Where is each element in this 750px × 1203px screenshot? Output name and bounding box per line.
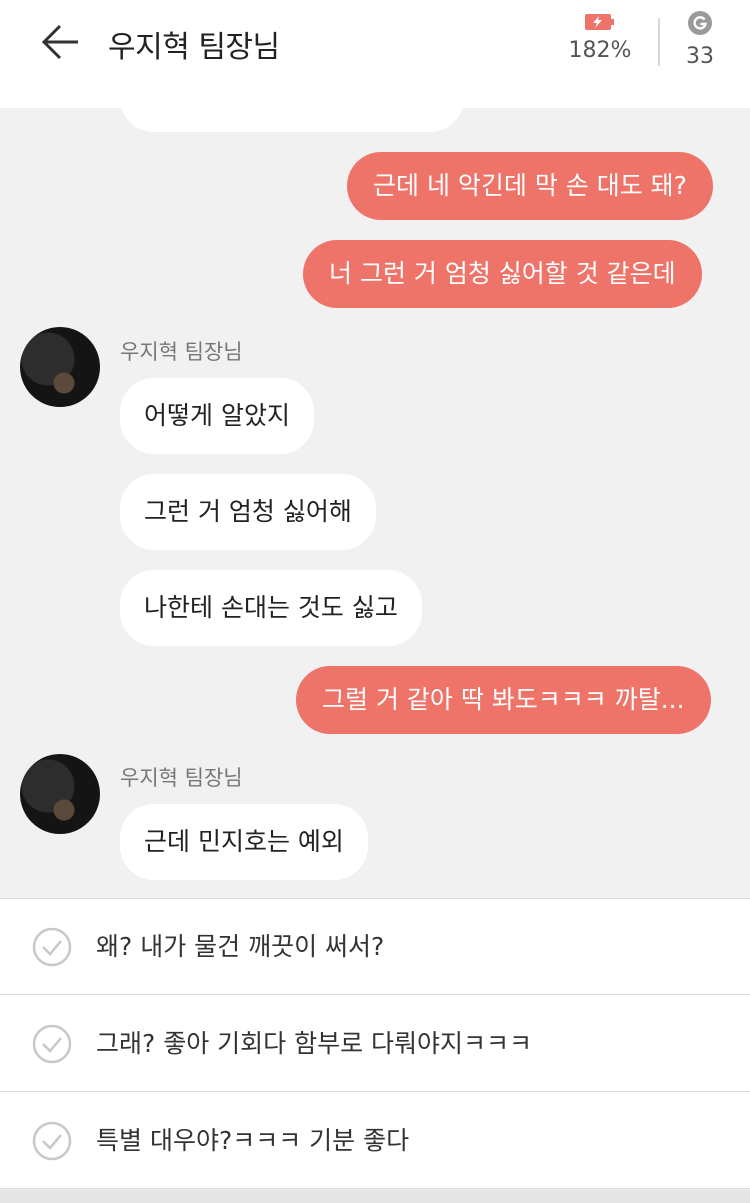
reply-option-text: 특별 대우야?ㅋㅋㅋ 기분 좋다 (96, 1126, 410, 1155)
check-circle-icon (32, 927, 72, 967)
back-button[interactable] (38, 22, 82, 62)
arrow-left-icon (41, 24, 78, 60)
avatar[interactable] (20, 327, 100, 407)
header-divider (658, 18, 660, 66)
battery-status: 182% (560, 12, 640, 63)
reply-option[interactable]: 왜? 내가 물건 깨끗이 써서? (0, 899, 750, 995)
received-message: 그런 거 엄청 싫어해 (120, 474, 376, 550)
received-message: 어떻게 알았지 (120, 378, 314, 454)
coin-status[interactable]: 33 (672, 10, 728, 69)
sender-name: 우지혁 팀장님 (120, 340, 243, 364)
chat-title: 우지혁 팀장님 (108, 30, 280, 65)
received-message: 나한테 손대는 것도 싫고 (120, 570, 422, 646)
received-message: 근데 민지호는 예외 (120, 804, 368, 880)
reply-options: 왜? 내가 물건 깨끗이 써서? 그래? 좋아 기회다 함부로 다뤄야지ㅋㅋㅋ … (0, 898, 750, 1189)
sent-message: 근데 네 악긴데 막 손 대도 돼? (347, 152, 713, 220)
reply-option[interactable]: 그래? 좋아 기회다 함부로 다뤄야지ㅋㅋㅋ (0, 996, 750, 1092)
avatar[interactable] (20, 754, 100, 834)
sent-message: 너 그런 거 엄청 싫어할 것 같은데 (303, 240, 702, 308)
previous-message-bubble (120, 108, 464, 132)
g-coin-icon (688, 11, 712, 35)
top-bar: 우지혁 팀장님 182% 33 (0, 0, 750, 108)
reply-option[interactable]: 특별 대우야?ㅋㅋㅋ 기분 좋다 (0, 1093, 750, 1189)
sender-name: 우지혁 팀장님 (120, 766, 243, 790)
chat-area[interactable]: 근데 네 악긴데 막 손 대도 돼? 너 그런 거 엄청 싫어할 것 같은데 우… (0, 108, 750, 898)
coin-count: 33 (686, 44, 714, 69)
check-circle-icon (32, 1121, 72, 1161)
sent-message: 그럴 거 같아 딱 봐도ㅋㅋㅋ 까탈... (296, 666, 711, 734)
bottom-edge (0, 1190, 750, 1203)
battery-charging-icon (585, 14, 614, 30)
battery-value: 182% (568, 38, 632, 63)
reply-option-text: 왜? 내가 물건 깨끗이 써서? (96, 932, 385, 961)
reply-option-text: 그래? 좋아 기회다 함부로 다뤄야지ㅋㅋㅋ (96, 1029, 533, 1058)
check-circle-icon (32, 1024, 72, 1064)
